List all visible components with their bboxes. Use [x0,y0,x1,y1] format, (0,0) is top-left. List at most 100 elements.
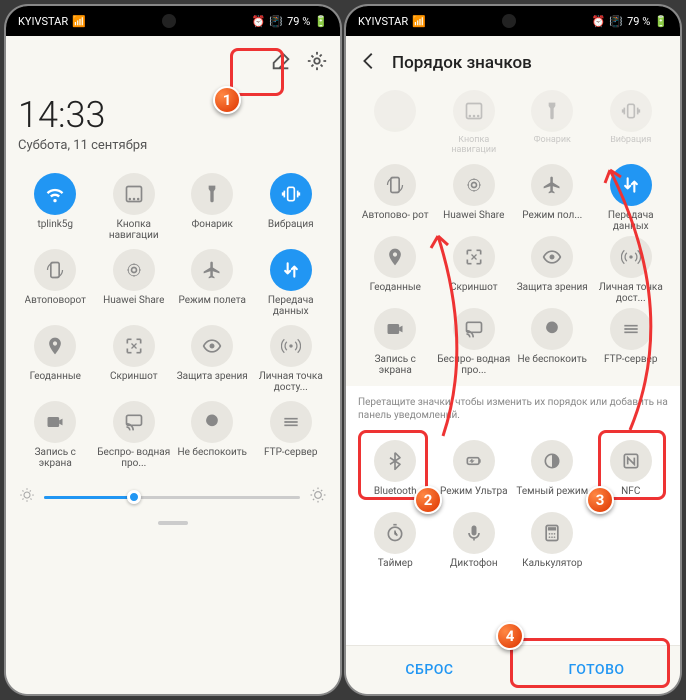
done-button[interactable]: ГОТОВО [513,646,680,694]
share-icon[interactable] [453,164,495,206]
vibrate-icon[interactable] [610,90,652,132]
ftp-icon[interactable] [610,308,652,350]
clock-time: 14:33 [18,94,328,136]
nfc-icon[interactable] [610,440,652,482]
tile-rotate[interactable]: Автоповорот [18,249,93,317]
tile-cast[interactable]: Беспро- водная про... [437,308,512,376]
tile-airplane[interactable]: Режим полета [175,249,250,317]
airplane-icon[interactable] [531,164,573,206]
tile-label: Режим пол... [522,210,582,232]
tile-data[interactable]: Передача данных [254,249,329,317]
tile-record[interactable]: Запись с экрана [18,401,93,469]
rotate-icon[interactable] [34,249,76,291]
tile-cast[interactable]: Беспро- водная про... [97,401,172,469]
tile-ftp[interactable]: FTP-сервер [594,308,669,376]
nav-icon[interactable] [453,90,495,132]
tile-data[interactable]: Передача данных [594,164,669,232]
hint-text: Перетащите значки, чтобы изменить их пор… [346,386,680,432]
tile-record[interactable]: Запись с экрана [358,308,433,376]
tile-flashlight[interactable]: Фонарик [175,173,250,241]
calc-icon[interactable] [531,512,573,554]
tile-screenshot[interactable]: Скриншот [97,325,172,393]
eye-icon[interactable] [191,325,233,367]
timer-icon[interactable] [374,512,416,554]
tile-label: Вибрация [268,219,314,241]
gear-icon[interactable] [306,50,328,76]
dark-icon[interactable] [531,440,573,482]
tile-label: Не беспокоить [518,354,587,376]
tile-calc[interactable]: Калькулятор [515,512,590,580]
tile-ultra[interactable]: Режим Ультра [437,440,512,508]
nav-icon[interactable] [113,173,155,215]
tile-share[interactable]: Huawei Share [97,249,172,317]
tile-share[interactable]: Huawei Share [437,164,512,232]
ftp-icon[interactable] [270,401,312,443]
airplane-icon[interactable] [191,249,233,291]
badge-3: 3 [586,486,614,514]
cast-icon[interactable] [453,308,495,350]
tile-label: Кнопка навигации [97,219,172,241]
tile-label: Фонарик [192,219,233,241]
mic-icon[interactable] [453,512,495,554]
ultra-icon[interactable] [453,440,495,482]
tile-nav[interactable]: Кнопка навигации [437,90,512,158]
hotspot-icon[interactable] [270,325,312,367]
tile-vibrate[interactable]: Вибрация [594,90,669,158]
data-icon[interactable] [610,164,652,206]
hotspot-icon[interactable] [610,236,652,278]
tile-hotspot[interactable]: Личная точка досту... [254,325,329,393]
edit-icon[interactable] [270,50,292,76]
record-icon[interactable] [34,401,76,443]
tile-nav[interactable]: Кнопка навигации [97,173,172,241]
flashlight-icon[interactable] [531,90,573,132]
tile-dnd[interactable]: Не беспокоить [175,401,250,469]
brightness-slider[interactable] [18,485,328,509]
location-icon[interactable] [374,236,416,278]
wifi-icon[interactable] [34,173,76,215]
tile-eye[interactable]: Защита зрения [175,325,250,393]
dnd-icon[interactable] [531,308,573,350]
tile-airplane[interactable]: Режим пол... [515,164,590,232]
tile-label: FTP-сервер [604,354,657,376]
rotate-icon[interactable] [374,164,416,206]
tile-empty[interactable] [358,90,433,158]
tile-screenshot[interactable]: Скриншот [437,236,512,304]
tile-timer[interactable]: Таймер [358,512,433,580]
cast-icon[interactable] [113,401,155,443]
tile-label: Личная точка досту... [254,371,329,393]
screenshot-icon[interactable] [113,325,155,367]
dnd-icon[interactable] [191,401,233,443]
tile-dnd[interactable]: Не беспокоить [515,308,590,376]
reset-button[interactable]: СБРОС [346,646,513,694]
share-icon[interactable] [113,249,155,291]
drag-handle[interactable] [158,521,188,525]
tile-label: Передача данных [254,295,329,317]
tile-rotate[interactable]: Автопово- рот [358,164,433,232]
screenshot-icon[interactable] [453,236,495,278]
tile-label: NFC [621,486,640,508]
tile-dark[interactable]: Темный режим [515,440,590,508]
tile-label: Калькулятор [522,558,582,580]
tile-wifi[interactable]: tplink5g [18,173,93,241]
data-icon[interactable] [270,249,312,291]
tile-flashlight[interactable]: Фонарик [515,90,590,158]
eye-icon[interactable] [531,236,573,278]
empty-icon[interactable] [374,90,416,132]
tile-hotspot[interactable]: Личная точка дост... [594,236,669,304]
tile-label: Автоповорот [25,295,86,317]
tile-location[interactable]: Геоданные [18,325,93,393]
tile-location[interactable]: Геоданные [358,236,433,304]
bluetooth-icon[interactable] [374,440,416,482]
tile-label: FTP-сервер [264,447,317,469]
location-icon[interactable] [34,325,76,367]
record-icon[interactable] [374,308,416,350]
flashlight-icon[interactable] [191,173,233,215]
tile-mic[interactable]: Диктофон [437,512,512,580]
tile-ftp[interactable]: FTP-сервер [254,401,329,469]
tile-vibrate[interactable]: Вибрация [254,173,329,241]
tile-label: Личная точка дост... [594,282,669,304]
back-icon[interactable] [358,50,380,76]
vibrate-icon[interactable] [270,173,312,215]
sun-low-icon [18,486,36,508]
tile-eye[interactable]: Защита зрения [515,236,590,304]
